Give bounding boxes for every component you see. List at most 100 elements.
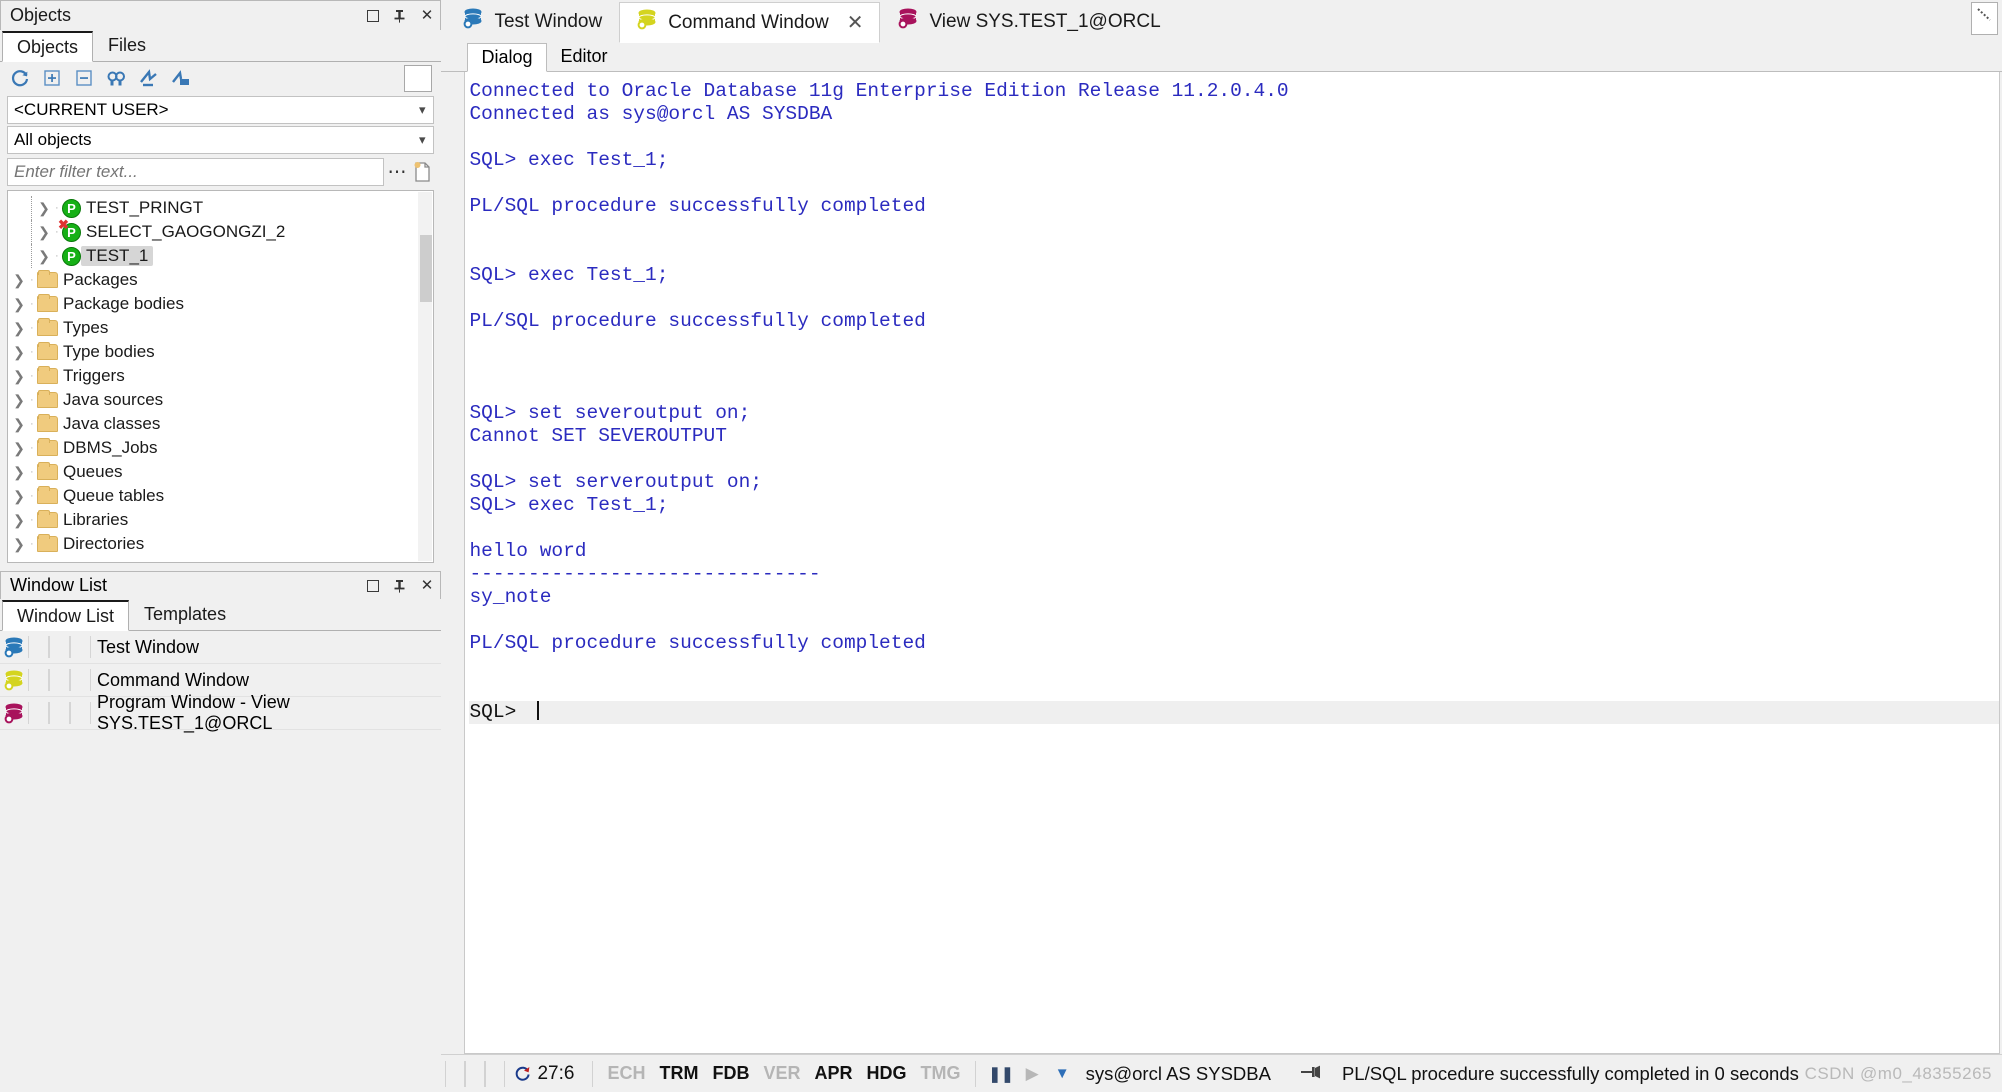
refresh-status-icon[interactable] [513,1064,533,1084]
console-prompt-line[interactable]: SQL> [469,701,1999,724]
filter-options-button[interactable]: ⋯ [384,158,410,186]
command-window-output-area[interactable]: Connected to Oracle Database 11g Enterpr… [464,72,2000,1054]
pin-message-icon[interactable] [1277,1064,1332,1084]
console-line: PL/SQL procedure successfully completed [469,632,926,654]
tree-item[interactable]: ❯ · Libraries [8,508,433,532]
objects-toolbar-extra-button[interactable] [404,65,433,92]
status-flag-fdb[interactable]: FDB [706,1063,757,1084]
tree-item[interactable]: ❯ · Queue tables [8,484,433,508]
tree-connector: · [30,274,34,286]
tab-templates[interactable]: Templates [129,599,242,630]
status-flag-trm[interactable]: TRM [653,1063,706,1084]
tab-overflow-button[interactable] [1971,2,1998,35]
expand-arrow-icon[interactable]: ❯ [8,536,30,553]
tree-item[interactable]: ❯ · Directories [8,532,433,556]
document-tab-label: Command Window [668,11,829,33]
tree-item[interactable]: ❯ · Queues [8,460,433,484]
tab-window-list[interactable]: Window List [2,600,130,631]
tree-item-label: Libraries [63,510,129,529]
expand-arrow-icon[interactable]: ❯ [8,392,30,409]
tree-item-label: TEST_PRINGT [86,198,204,217]
status-flag-ver[interactable]: VER [757,1063,808,1084]
expand-arrow-icon[interactable]: ❯ [8,320,30,337]
expand-arrow-icon[interactable]: ❯ [8,344,30,361]
tree-item[interactable]: ❯ · Type bodies [8,340,433,364]
close-icon[interactable]: ✕ [419,578,434,593]
folder-icon [37,414,58,432]
expand-arrow-icon[interactable]: ❯ [8,416,30,433]
connection-label[interactable]: sys@orcl AS SYSDBA [1080,1063,1277,1085]
open-folder-icon[interactable] [170,68,190,88]
tab-dialog[interactable]: Dialog [467,43,547,72]
user-select[interactable]: <CURRENT USER> ▾ [7,96,435,124]
tree-item[interactable]: ❯ · Triggers [8,364,433,388]
tree-connector: · [30,442,34,454]
cursor-position: 27:6 [537,1062,575,1084]
console-line: hello word [469,540,587,562]
refresh-icon[interactable] [10,68,30,88]
tree-item[interactable]: ❯ · Types [8,316,433,340]
console-line: PL/SQL procedure successfully completed [469,195,926,217]
status-flag-hdg[interactable]: HDG [860,1063,914,1084]
tree-item[interactable]: ❯ · Packages [8,268,433,292]
user-select-value: <CURRENT USER> [14,100,169,119]
tree-item-label: Queue tables [63,486,165,505]
expand-arrow-icon[interactable]: ❯ [8,512,30,529]
close-icon[interactable]: ✕ [419,8,434,23]
tab-files[interactable]: Files [93,30,162,61]
expand-arrow-icon[interactable]: ❯ [8,440,30,457]
expand-arrow-icon[interactable]: ❯ [8,488,30,505]
pin-icon[interactable] [392,8,407,23]
console-line: sy_note [469,586,552,608]
objects-tree-scroll-thumb[interactable] [420,235,433,302]
goto-icon[interactable] [138,68,158,88]
filter-page-icon[interactable] [410,158,434,186]
expand-all-icon[interactable] [42,68,62,88]
status-flag-tmg[interactable]: TMG [914,1063,968,1084]
status-flag-apr[interactable]: APR [808,1063,860,1084]
folder-icon [37,534,58,552]
maximize-icon[interactable] [365,578,380,593]
tree-connector: · [55,250,59,262]
tree-item[interactable]: ❯ · Java classes [8,412,433,436]
expand-arrow-icon[interactable]: ❯ [8,296,30,313]
tab-editor[interactable]: Editor [546,42,622,71]
pin-icon[interactable] [392,578,407,593]
expand-arrow-icon[interactable]: ❯ [8,272,30,289]
close-icon[interactable]: ✕ [847,10,864,35]
window-list-cells [28,702,91,724]
tree-item[interactable]: ❯ · Java sources [8,388,433,412]
object-type-select[interactable]: All objects ▾ [7,126,435,154]
window-list-item[interactable]: Test Window [0,631,442,664]
tree-item[interactable]: ❯ · P ✖ SELECT_GAOGONGZI_2 [8,217,433,244]
expand-arrow-icon[interactable]: ❯ [33,200,55,217]
text-caret [537,701,539,720]
status-flag-ech[interactable]: ECH [600,1063,652,1084]
expand-arrow-icon[interactable]: ❯ [8,464,30,481]
objects-tree[interactable]: ❯ · P TEST_PRINGT ❯ · P ✖ SELECT_GAOGONGZI_2 ❯ · P T… [7,190,435,563]
find-icon[interactable] [106,68,126,88]
expand-arrow-icon[interactable]: ❯ [8,368,30,385]
maximize-icon[interactable] [365,8,380,23]
document-tab[interactable]: View SYS.TEST_1@ORCL [880,1,1178,42]
document-tab[interactable]: Command Window ✕ [619,2,881,43]
expand-arrow-icon[interactable]: ❯ [33,248,55,265]
chevron-down-icon[interactable]: ▼ [1045,1065,1080,1082]
window-list-item[interactable]: Program Window - View SYS.TEST_1@ORCL [0,692,442,733]
play-icon[interactable]: ▶ [1020,1064,1045,1084]
tree-item[interactable]: ❯ · Package bodies [8,292,433,316]
expand-arrow-icon[interactable]: ❯ [33,224,55,241]
document-tab[interactable]: Test Window [445,1,620,42]
collapse-all-icon[interactable] [74,68,94,88]
tree-item[interactable]: ❯ · P TEST_1 [8,244,433,268]
tab-window-list-label: Window List [17,605,115,626]
tree-item[interactable]: ❯ · P TEST_PRINGT [8,196,433,220]
pause-icon[interactable]: ❚❚ [983,1065,1020,1083]
filter-input[interactable] [7,158,385,186]
left-dock: Objects ✕ Objects Files <CURRENT USER> ▾… [0,0,442,1092]
tab-editor-label: Editor [560,46,608,66]
tab-objects[interactable]: Objects [2,31,94,62]
tree-item[interactable]: ❯ · DBMS_Jobs [8,436,433,460]
